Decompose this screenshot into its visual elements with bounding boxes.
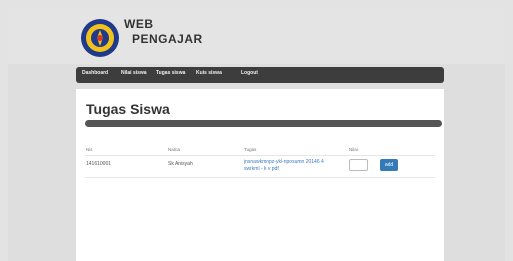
school-logo-icon bbox=[81, 19, 119, 57]
cell-tugas-file-link[interactable]: jnsnawkmnpz-ykl-nposumn 20146 4 swrkml -… bbox=[244, 159, 339, 173]
column-header-nama: Nama bbox=[168, 147, 181, 152]
cell-nama: Sk Anisyah bbox=[168, 161, 193, 167]
column-header-nilai: Nilai bbox=[349, 147, 358, 152]
brand-line2: PENGAJAR bbox=[132, 32, 203, 46]
nilai-input[interactable] bbox=[349, 159, 368, 171]
column-header-nis: Nis bbox=[86, 147, 93, 152]
cell-nis: 141610001 bbox=[86, 161, 112, 167]
add-nilai-button[interactable]: add bbox=[380, 159, 398, 171]
nav-kuis-siswa[interactable]: Kuis siswa bbox=[196, 70, 222, 76]
row-divider bbox=[85, 177, 435, 178]
header-divider bbox=[85, 155, 435, 156]
nav-tugas-siswa[interactable]: Tugas siswa bbox=[156, 70, 185, 76]
page-title: Tugas Siswa bbox=[86, 101, 170, 117]
brand-line1: WEB bbox=[124, 17, 154, 31]
progress-bar bbox=[85, 120, 442, 127]
nav-dashboard[interactable]: Dashboard bbox=[82, 70, 108, 76]
nav-nilai-siswa[interactable]: Nilai siswa bbox=[121, 70, 147, 76]
main-navbar: Dashboard Nilai siswa Tugas siswa Kuis s… bbox=[76, 67, 444, 83]
nav-logout[interactable]: Logout bbox=[241, 70, 258, 76]
column-header-tugas: Tugas bbox=[244, 147, 257, 152]
main-content: Tugas Siswa Nis Nama Tugas Nilai 1416100… bbox=[76, 89, 444, 261]
brand-title: WEB PENGAJAR bbox=[124, 18, 203, 45]
